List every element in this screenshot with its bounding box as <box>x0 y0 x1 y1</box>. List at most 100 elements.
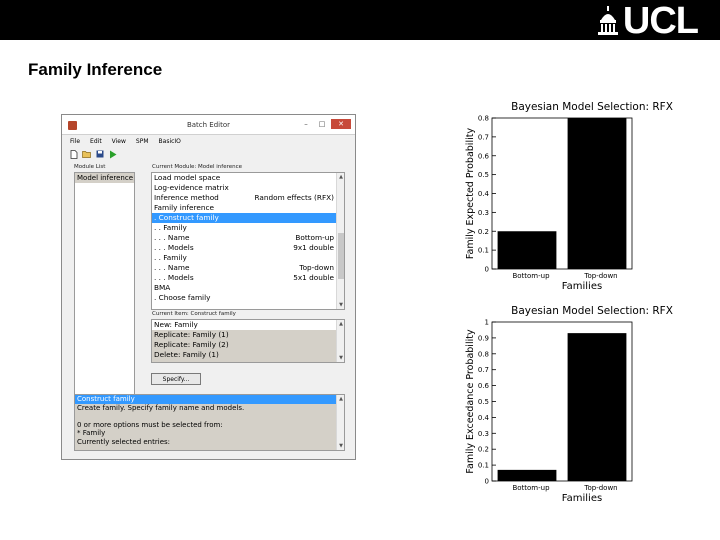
y-tick-label: 0 <box>485 478 489 486</box>
help-row <box>75 412 344 421</box>
y-axis-label: Family Expected Probability <box>465 128 476 260</box>
slide-title: Family Inference <box>28 60 163 79</box>
module-row[interactable]: . . . Models 5x1 double <box>152 273 344 283</box>
item-row[interactable]: Replicate: Family (2) <box>152 340 344 350</box>
module-row[interactable]: BMA <box>152 283 344 293</box>
module-row-value: Top-down <box>299 263 334 272</box>
help-row: Create family. Specify family name and m… <box>77 403 245 412</box>
module-row[interactable]: . . . Models 9x1 double <box>152 243 344 253</box>
item-scrollbar[interactable]: ▲ ▼ <box>336 320 344 362</box>
x-axis-label: Families <box>562 493 602 504</box>
open-folder-icon[interactable] <box>82 150 91 159</box>
minimize-button[interactable]: – <box>299 119 313 129</box>
x-tick-label: Top-down <box>583 272 617 280</box>
y-tick-label: 0.4 <box>478 414 490 422</box>
x-tick-label: Bottom-up <box>512 272 550 280</box>
module-row[interactable]: . . Family <box>152 223 344 233</box>
scroll-up-icon[interactable]: ▲ <box>337 395 344 403</box>
help-row: Currently selected entries: <box>77 437 170 446</box>
module-row-label: Inference method <box>154 193 219 202</box>
y-tick-label: 0.2 <box>478 446 489 454</box>
scroll-up-icon[interactable]: ▲ <box>337 173 344 181</box>
help-row: 0 or more options must be selected from: <box>77 420 223 429</box>
chart-title: Bayesian Model Selection: RFX <box>511 305 673 317</box>
module-row[interactable]: . . Family <box>152 253 344 263</box>
module-row-label: BMA <box>154 283 171 292</box>
y-tick-label: 0.8 <box>478 350 489 358</box>
close-button[interactable]: ✕ <box>331 119 351 129</box>
module-row-value: 9x1 double <box>293 243 334 252</box>
module-row-label: . . . Models <box>154 243 194 252</box>
ucl-dome-icon <box>597 6 618 35</box>
save-icon[interactable] <box>95 150 104 159</box>
module-list-label: Module List <box>74 164 106 170</box>
y-tick-label: 0.1 <box>478 462 489 470</box>
module-row[interactable]: . Choose family <box>152 293 344 303</box>
y-tick-label: 0.1 <box>478 247 489 255</box>
module-row[interactable]: Family inference <box>152 203 344 213</box>
module-row[interactable]: . . . Name Bottom-up <box>152 233 344 243</box>
module-row-label: . . . Name <box>154 263 190 272</box>
y-tick-label: 0.7 <box>478 366 489 374</box>
ucl-logo-text: UCL <box>622 0 699 42</box>
module-scrollbar[interactable]: ▲ ▼ <box>336 173 344 309</box>
y-tick-label: 0.9 <box>478 334 489 342</box>
help-scrollbar[interactable]: ▲ ▼ <box>336 395 344 450</box>
module-row[interactable]: Load model space <box>152 173 344 183</box>
item-row[interactable]: Delete: Family (1) <box>152 350 344 360</box>
x-axis-label: Families <box>562 281 602 292</box>
item-row[interactable]: Replicate: Family (1) <box>152 330 344 340</box>
menu-bar: File Edit View SPM BasicIO <box>62 135 355 147</box>
bar <box>567 118 627 269</box>
item-row[interactable]: New: Family <box>152 320 336 330</box>
help-row: * Family <box>77 429 106 437</box>
y-tick-label: 0.2 <box>478 228 489 236</box>
maximize-button[interactable]: □ <box>315 119 329 129</box>
y-tick-label: 0.8 <box>478 115 489 123</box>
module-list-item[interactable]: Model inference <box>75 173 134 183</box>
toolbar <box>62 147 355 161</box>
bar <box>497 469 557 481</box>
scroll-down-icon[interactable]: ▼ <box>337 301 344 309</box>
window-controls: – □ ✕ <box>299 119 351 129</box>
new-file-icon[interactable] <box>69 149 78 159</box>
help-pane: Construct family Create family. Specify f… <box>74 394 345 451</box>
x-tick-label: Top-down <box>583 484 617 492</box>
batch-editor-window: Batch Editor – □ ✕ File Edit View SPM Ba… <box>61 114 356 460</box>
module-row[interactable]: . . . Name Top-down <box>152 263 344 273</box>
menu-file[interactable]: File <box>70 138 80 145</box>
y-tick-label: 1 <box>485 319 489 327</box>
module-row-label: . . Family <box>154 223 187 232</box>
scroll-down-icon[interactable]: ▼ <box>337 354 344 362</box>
y-tick-label: 0.3 <box>478 209 489 217</box>
y-axis-label: Family Exceedance Probability <box>465 329 476 474</box>
module-row[interactable]: Inference method Random effects (RFX) <box>152 193 344 203</box>
current-module-label: Current Module: Model inference <box>152 164 243 170</box>
y-tick-label: 0.6 <box>478 152 490 160</box>
current-item-list[interactable]: New: Family Replicate: Family (1) Replicat… <box>151 319 345 363</box>
current-module-list[interactable]: Load model space Log-evidence matrix Infer… <box>151 172 345 310</box>
module-row-label: Load model space <box>154 173 221 182</box>
module-row-label: . Construct family <box>154 213 219 222</box>
expected-probability-chart: Bayesian Model Selection: RFX Family Expe… <box>465 101 673 292</box>
scroll-down-icon[interactable]: ▼ <box>337 442 344 450</box>
menu-basicio[interactable]: BasicIO <box>159 138 181 145</box>
specify-button[interactable]: Specify... <box>151 373 201 385</box>
menu-view[interactable]: View <box>112 138 126 145</box>
module-row-label: Log-evidence matrix <box>154 183 229 192</box>
module-row-label: . . Family <box>154 253 187 262</box>
scroll-thumb[interactable] <box>338 233 344 279</box>
module-row-value: Random effects (RFX) <box>254 193 335 202</box>
menu-spm[interactable]: SPM <box>136 138 149 145</box>
module-row-label: . . . Name <box>154 233 190 242</box>
run-icon[interactable] <box>108 150 117 159</box>
window-titlebar: Batch Editor – □ ✕ <box>62 115 355 135</box>
scroll-up-icon[interactable]: ▲ <box>337 320 344 328</box>
y-tick-label: 0.5 <box>478 398 489 406</box>
module-row-label: . . . Models <box>154 273 194 282</box>
module-row[interactable]: Log-evidence matrix <box>152 183 344 193</box>
module-row-value: Bottom-up <box>295 233 334 242</box>
module-row[interactable]: . Construct family <box>152 213 344 223</box>
y-tick-label: 0.5 <box>478 171 489 179</box>
menu-edit[interactable]: Edit <box>90 138 102 145</box>
